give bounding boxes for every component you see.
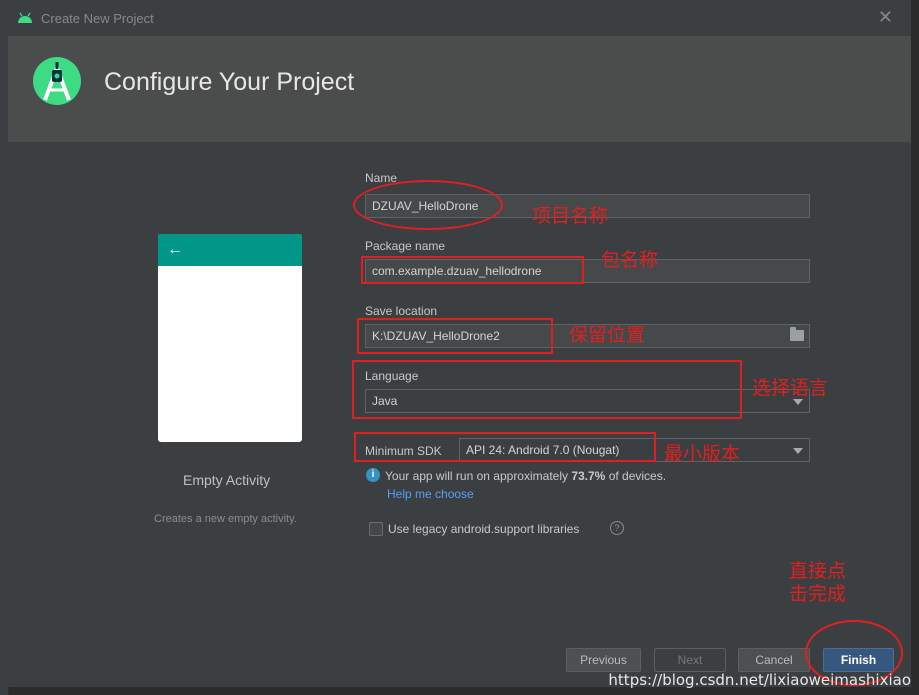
close-icon[interactable]: ✕	[878, 7, 893, 28]
template-name: Empty Activity	[183, 472, 271, 488]
device-coverage-text: Your app will run on approximately 73.7%…	[385, 469, 666, 483]
legacy-libraries-checkbox[interactable]	[369, 522, 383, 536]
annotation-box-min-sdk	[354, 432, 656, 462]
annotation-circle-name	[353, 180, 503, 230]
coverage-suffix: of devices.	[605, 469, 667, 483]
chevron-down-icon	[793, 399, 803, 405]
page-title: Configure Your Project	[104, 68, 355, 96]
preview-app-bar: ←	[158, 234, 302, 266]
help-me-choose-link[interactable]: Help me choose	[387, 487, 474, 501]
window-title: Create New Project	[41, 10, 154, 26]
coverage-prefix: Your app will run on approximately	[385, 469, 572, 483]
android-icon	[18, 12, 32, 23]
watermark: https://blog.csdn.net/lixiaoweimashixiao	[608, 671, 911, 689]
dialog-header: Configure Your Project	[8, 36, 911, 142]
annotation-finish-instruction: 直接点 击完成	[789, 560, 846, 606]
annotation-finish-line1: 直接点	[789, 560, 847, 582]
annotation-box-save-location	[357, 318, 553, 354]
previous-button[interactable]: Previous	[566, 648, 641, 672]
android-studio-logo-icon	[33, 57, 81, 105]
package-label: Package name	[365, 239, 446, 253]
annotation-project-name: 项目名称	[532, 205, 609, 227]
info-icon: i	[366, 468, 380, 482]
annotation-box-language	[352, 360, 742, 419]
chevron-down-icon	[793, 448, 803, 454]
folder-icon[interactable]	[790, 327, 804, 341]
annotation-package-name: 包名称	[601, 249, 659, 271]
annotation-box-package	[361, 256, 584, 284]
cancel-button[interactable]: Cancel	[738, 648, 810, 672]
help-icon[interactable]: ?	[610, 521, 624, 535]
coverage-percent: 73.7%	[571, 469, 606, 483]
legacy-libraries-label: Use legacy android.support libraries	[388, 522, 580, 536]
activity-preview: ←	[158, 234, 302, 442]
next-button[interactable]: Next	[654, 648, 726, 672]
annotation-finish-line2: 击完成	[789, 582, 847, 605]
back-arrow-icon: ←	[167, 241, 183, 258]
title-bar: Create New Project ✕	[8, 0, 911, 36]
annotation-save-location: 保留位置	[569, 324, 646, 346]
template-description: Creates a new empty activity.	[154, 513, 297, 525]
annotation-language: 选择语言	[752, 377, 829, 399]
annotation-min-version: 最小版本	[664, 443, 741, 465]
save-location-label: Save location	[365, 304, 438, 318]
